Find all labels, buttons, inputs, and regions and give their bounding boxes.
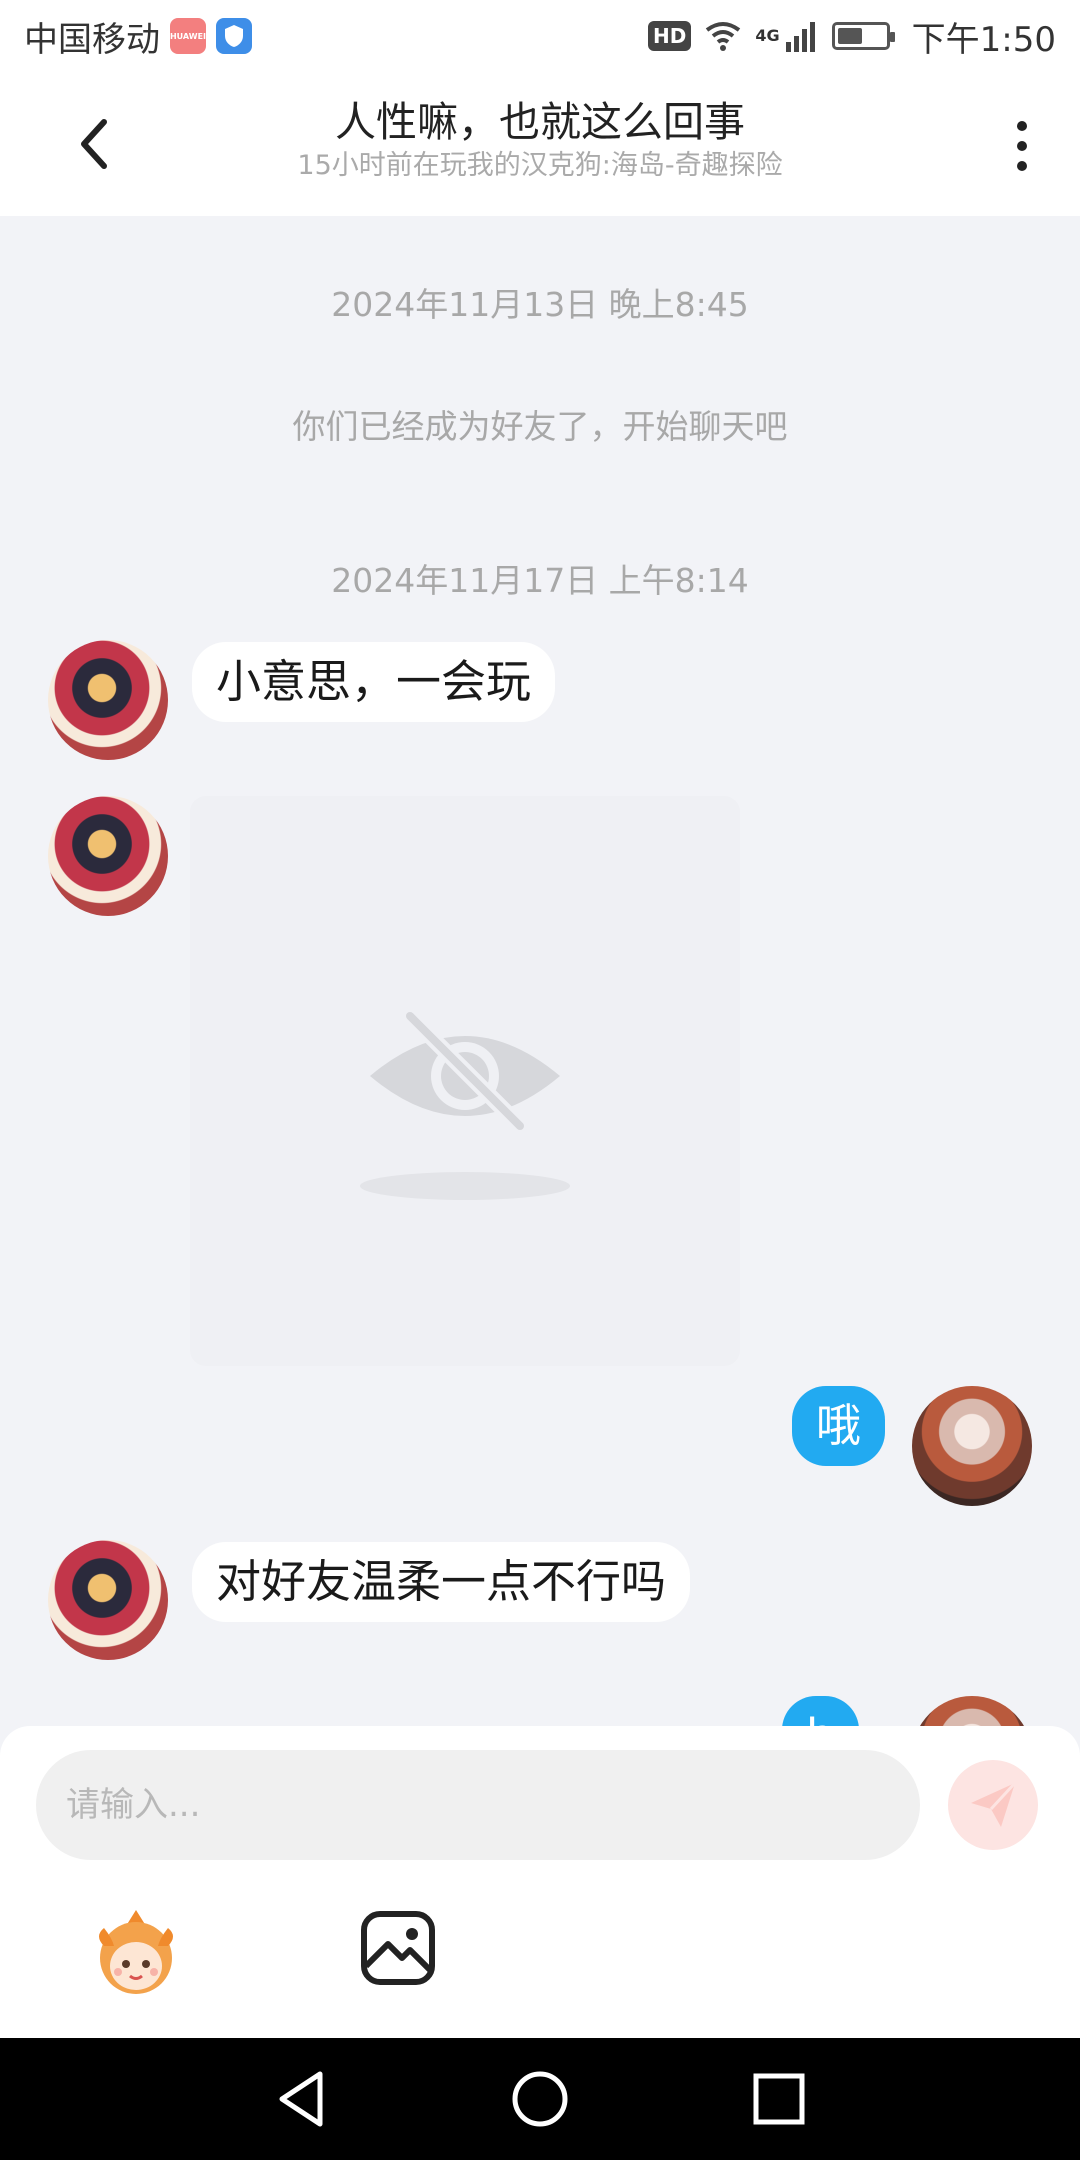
message-list[interactable]: 2024年11月13日 晚上8:45 你们已经成为好友了，开始聊天吧 2024年… [0,216,1080,1726]
status-left: 中国移动 HUAWEI [24,12,252,61]
friend-avatar[interactable] [48,640,168,760]
image-icon[interactable] [358,1908,438,1988]
system-message: 你们已经成为好友了，开始聊天吧 [292,407,788,446]
status-bar: 中国移动 HUAWEI HD 4G 下午1:50 [0,0,1080,72]
friend-avatar[interactable] [48,1540,168,1660]
status-right: HD 4G 下午1:50 [648,12,1056,61]
my-avatar[interactable] [912,1696,1032,1726]
friend-avatar[interactable] [48,796,168,916]
system-nav-bar [0,2038,1080,2160]
nav-home-icon[interactable] [507,2066,573,2132]
wifi-icon [706,22,741,51]
hd-badge: HD [648,21,692,51]
hidden-image-message[interactable] [190,796,740,1366]
send-button[interactable] [948,1760,1038,1850]
send-icon [971,1781,1017,1827]
nav-recents-icon[interactable] [746,2066,812,2132]
shield-icon [216,18,252,54]
chat-header: 人性嘛，也就这么回事 15小时前在玩我的汉克狗:海岛-奇趣探险 [0,72,1080,216]
carrier-label: 中国移动 [24,19,160,60]
my-avatar[interactable] [912,1386,1032,1506]
signal-icon [785,22,815,52]
huawei-app-icon: HUAWEI [170,18,206,54]
timestamp: 2024年11月13日 晚上8:45 [331,285,749,324]
composer [0,1726,1080,2038]
more-vertical-icon[interactable] [1012,116,1032,176]
battery-icon [831,22,895,50]
network-type: 4G [755,25,780,45]
outgoing-message[interactable]: 哦 [792,1386,886,1466]
eye-off-icon [360,1008,570,1200]
chat-subtitle: 15小时前在玩我的汉克狗:海岛-奇趣探险 [297,150,783,181]
incoming-message[interactable]: 小意思，一会玩 [192,642,556,722]
header-title-block: 人性嘛，也就这么回事 15小时前在玩我的汉克狗:海岛-奇趣探险 [200,96,880,184]
message-input[interactable] [36,1750,920,1860]
back-arrow-icon[interactable] [70,114,120,174]
nav-back-icon[interactable] [270,2066,336,2132]
mascot-emoji-icon[interactable] [90,1906,182,1998]
clock: 下午1:50 [911,19,1056,60]
timestamp: 2024年11月17日 上午8:14 [331,561,749,600]
incoming-message[interactable]: 对好友温柔一点不行吗 [192,1542,691,1622]
chat-title: 人性嘛，也就这么回事 [335,98,745,146]
outgoing-message[interactable]: h [782,1696,859,1726]
